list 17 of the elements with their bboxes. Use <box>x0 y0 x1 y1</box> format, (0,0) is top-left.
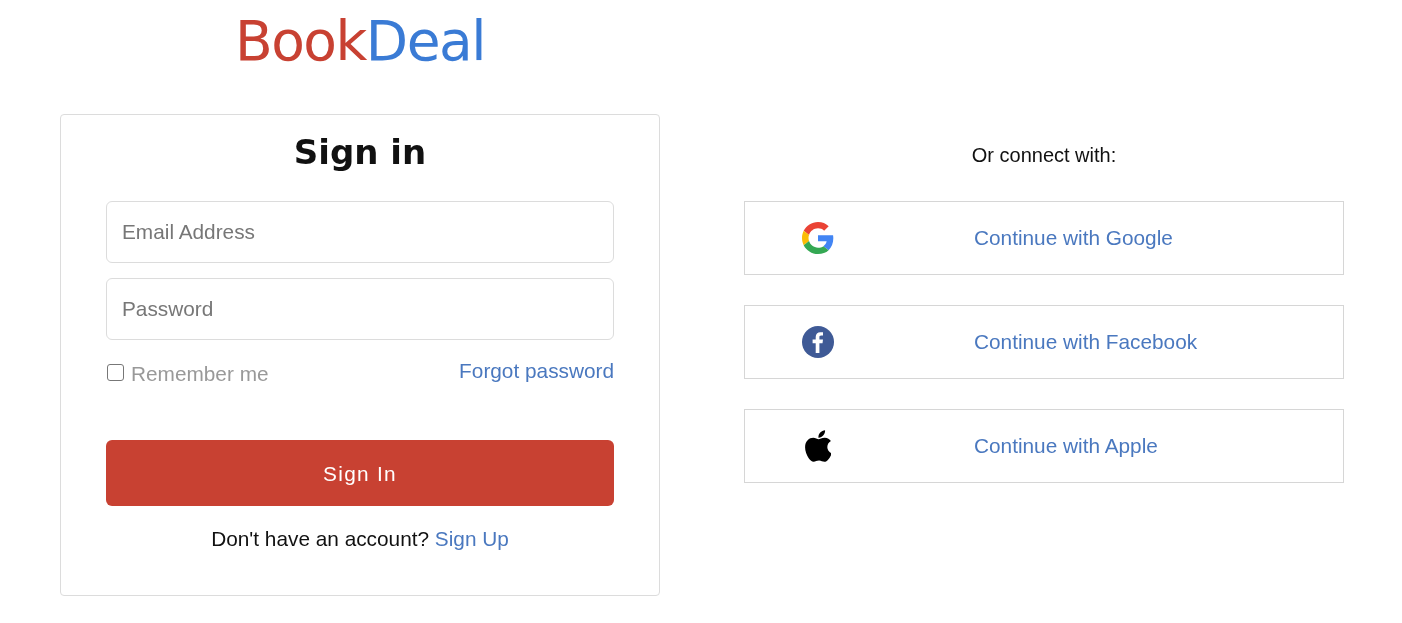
brand-logo: BookDeal <box>234 14 486 74</box>
continue-with-apple-button[interactable]: Continue with Apple <box>744 409 1344 483</box>
sign-up-link[interactable]: Sign Up <box>434 527 509 551</box>
remember-me-label: Remember me <box>131 361 269 387</box>
password-field[interactable]: Password <box>106 278 614 340</box>
continue-with-google-button[interactable]: Continue with Google <box>744 201 1344 275</box>
facebook-f-icon <box>802 326 834 358</box>
sign-up-prompt: Don't have an account? Sign Up <box>210 526 510 553</box>
google-g-icon <box>802 222 834 254</box>
connect-heading: Or connect with: <box>970 143 1118 168</box>
email-field[interactable]: Email Address <box>106 201 614 263</box>
remember-me-checkbox[interactable] <box>107 363 124 381</box>
continue-with-facebook-button[interactable]: Continue with Facebook <box>744 305 1344 379</box>
forgot-password-link[interactable]: Forgot password <box>459 355 614 387</box>
apple-icon <box>805 430 831 462</box>
sign-in-title: Sign in <box>292 132 428 173</box>
sign-in-button[interactable]: Sign In <box>106 440 614 507</box>
